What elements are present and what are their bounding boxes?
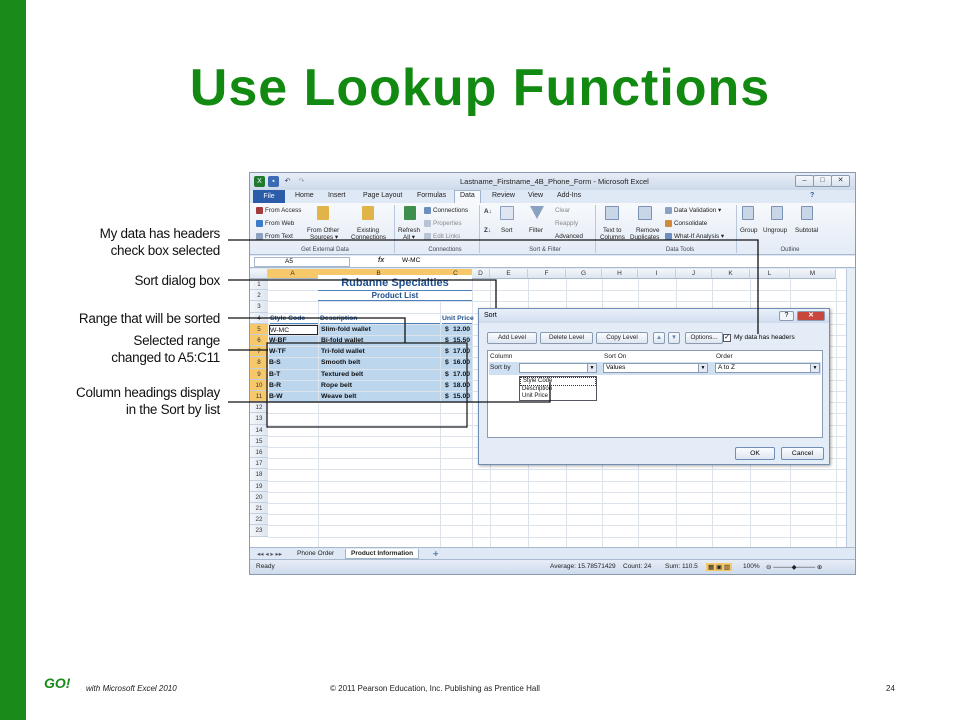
callout-line-column-headings: [228, 382, 551, 403]
callout-lines: [228, 239, 759, 428]
callout-line-headers: [228, 239, 759, 334]
page-number: 24: [886, 684, 895, 693]
range-highlight-box: [266, 342, 468, 428]
go-logo: GO!: [44, 675, 71, 691]
footer-series: with Microsoft Excel 2010: [86, 684, 177, 693]
callout-line-range: [228, 317, 406, 343]
callout-line-sort-dialog: [228, 279, 497, 308]
footer-copyright: © 2011 Pearson Education, Inc. Publishin…: [330, 684, 540, 693]
